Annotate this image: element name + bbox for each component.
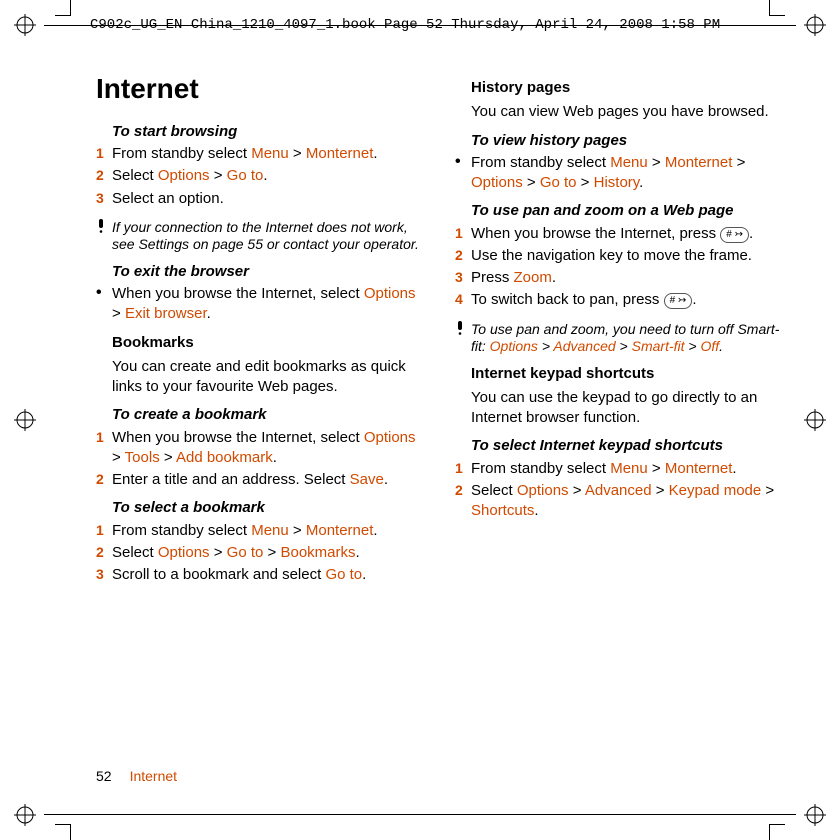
step-text: Use the navigation key to move the frame… [471,246,784,266]
subhead: To use pan and zoom on a Web page [471,201,784,221]
registration-mark-icon [14,409,36,431]
step-text: Enter a title and an address. Select Sav… [112,470,425,490]
document-header: C902c_UG_EN China_1210_4097_1.book Page … [90,17,720,33]
step-number: 3 [455,268,471,287]
note-text: If your connection to the Internet does … [112,219,425,254]
page-title: Internet [96,70,425,108]
step: 4 To switch back to pan, press # ↣. [455,290,784,310]
column-left: Internet To start browsing 1 From standb… [96,70,425,587]
info-icon [96,219,112,240]
step-number: 1 [96,144,112,163]
step-text: Select Options > Advanced > Keypad mode … [471,481,784,522]
section-name: Internet [130,768,177,784]
registration-mark-icon [804,14,826,36]
step: 1 When you browse the Internet, press # … [455,224,784,244]
step-number: 2 [96,470,112,489]
bullet-icon: • [455,153,471,171]
info-icon [455,321,471,342]
step: • From standby select Menu > Monternet >… [455,153,784,194]
note-text: To use pan and zoom, you need to turn of… [471,321,784,356]
step: 3 Select an option. [96,189,425,209]
step-number: 2 [455,481,471,500]
step: 2 Enter a title and an address. Select S… [96,470,425,490]
hash-key-icon: # ↣ [720,227,749,243]
step-text: When you browse the Internet, select Opt… [112,428,425,469]
step-text: When you browse the Internet, press # ↣. [471,224,784,244]
step-text: From standby select Menu > Monternet > O… [471,153,784,194]
step-number: 2 [96,166,112,185]
step-text: Select an option. [112,189,425,209]
note: If your connection to the Internet does … [96,219,425,254]
registration-mark-icon [14,14,36,36]
registration-mark-icon [804,804,826,826]
step: 1 From standby select Menu > Monternet. [455,459,784,479]
subhead: To create a bookmark [112,405,425,425]
step-number: 1 [455,459,471,478]
step-text: When you browse the Internet, select Opt… [112,284,425,325]
subhead: To exit the browser [112,262,425,282]
step: 3 Press Zoom. [455,268,784,288]
subhead: To select Internet keypad shortcuts [471,436,784,456]
subhead: To start browsing [112,122,425,142]
hash-key-icon: # ↣ [664,293,693,309]
step-number: 1 [455,224,471,243]
step-text: Select Options > Go to > Bookmarks. [112,543,425,563]
step-text: Select Options > Go to. [112,166,425,186]
step-number: 4 [455,290,471,309]
step-number: 3 [96,189,112,208]
bullet-icon: • [96,284,112,302]
step: 1 When you browse the Internet, select O… [96,428,425,469]
step: 2 Select Options > Advanced > Keypad mod… [455,481,784,522]
step-text: From standby select Menu > Monternet. [112,144,425,164]
note: To use pan and zoom, you need to turn of… [455,321,784,356]
step-number: 3 [96,565,112,584]
step-number: 1 [96,521,112,540]
subhead: Bookmarks [112,333,425,353]
subhead: To select a bookmark [112,498,425,518]
step-text: To switch back to pan, press # ↣. [471,290,784,310]
step: 3 Scroll to a bookmark and select Go to. [96,565,425,585]
step: 2 Use the navigation key to move the fra… [455,246,784,266]
step: 1 From standby select Menu > Monternet. [96,521,425,541]
subhead: Internet keypad shortcuts [471,364,784,384]
subhead: To view history pages [471,131,784,151]
step: 2 Select Options > Go to. [96,166,425,186]
step-text: From standby select Menu > Monternet. [471,459,784,479]
footer-rule [44,814,796,815]
paragraph: You can use the keypad to go directly to… [471,388,784,429]
paragraph: You can create and edit bookmarks as qui… [112,357,425,398]
step: 1 From standby select Menu > Monternet. [96,144,425,164]
page-body: Internet To start browsing 1 From standb… [96,70,784,780]
step-number: 1 [96,428,112,447]
step-number: 2 [96,543,112,562]
column-right: History pages You can view Web pages you… [455,70,784,587]
step-text: Scroll to a bookmark and select Go to. [112,565,425,585]
step-text: From standby select Menu > Monternet. [112,521,425,541]
paragraph: You can view Web pages you have browsed. [471,102,784,122]
subhead: History pages [471,78,784,98]
step-number: 2 [455,246,471,265]
step: 2 Select Options > Go to > Bookmarks. [96,543,425,563]
step: • When you browse the Internet, select O… [96,284,425,325]
registration-mark-icon [14,804,36,826]
page-number: 52 [96,768,112,784]
step-text: Press Zoom. [471,268,784,288]
registration-mark-icon [804,409,826,431]
page-footer: 52 Internet [96,768,177,784]
